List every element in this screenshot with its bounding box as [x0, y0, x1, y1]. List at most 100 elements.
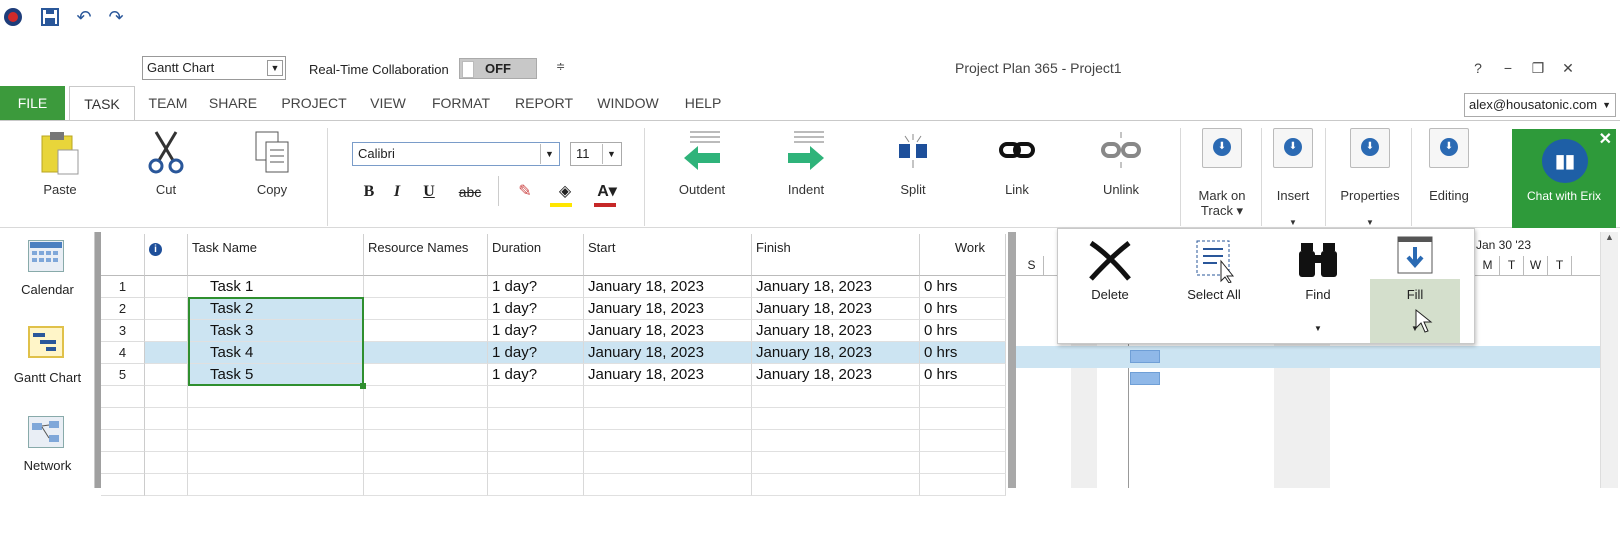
empty-cell[interactable]	[488, 430, 584, 452]
tab-format[interactable]: FORMAT	[430, 86, 492, 120]
underline-button[interactable]: U	[418, 181, 440, 203]
cell-duration[interactable]: 1 day?	[488, 364, 584, 386]
nav-network[interactable]: Network	[0, 416, 95, 478]
row-number[interactable]: 4	[101, 342, 145, 364]
redo-icon[interactable]: ↷	[104, 0, 128, 34]
insert-button[interactable]: ⬇ Insert ▼	[1264, 128, 1322, 228]
cell-start[interactable]: January 18, 2023	[584, 276, 752, 298]
cell-res[interactable]	[364, 298, 488, 320]
view-select[interactable]: Gantt Chart ▼	[142, 56, 286, 80]
empty-cell[interactable]	[752, 408, 920, 430]
empty-cell[interactable]	[584, 474, 752, 496]
scroll-up-icon[interactable]: ▲	[1601, 232, 1618, 242]
cell-name[interactable]: Task 1	[188, 276, 364, 298]
empty-cell[interactable]	[145, 408, 188, 430]
empty-cell[interactable]	[584, 386, 752, 408]
properties-button[interactable]: ⬇ Properties ▼	[1332, 128, 1408, 228]
tab-share[interactable]: SHARE	[208, 86, 258, 120]
tab-file[interactable]: FILE	[0, 86, 65, 120]
cell-finish[interactable]: January 18, 2023	[752, 342, 920, 364]
empty-cell[interactable]	[584, 430, 752, 452]
empty-cell[interactable]	[145, 386, 188, 408]
cell-finish[interactable]: January 18, 2023	[752, 364, 920, 386]
empty-cell[interactable]	[920, 408, 1006, 430]
row-number[interactable]	[101, 408, 145, 430]
header-work[interactable]: Work	[920, 234, 1006, 276]
cell-start[interactable]: January 18, 2023	[584, 364, 752, 386]
indent-button[interactable]: Indent	[776, 130, 836, 200]
cell-info[interactable]	[145, 364, 188, 386]
cell-start[interactable]: January 18, 2023	[584, 298, 752, 320]
split-button[interactable]: Split	[888, 130, 938, 200]
tab-team[interactable]: TEAM	[145, 86, 191, 120]
pane-splitter[interactable]	[1008, 232, 1016, 488]
empty-cell[interactable]	[752, 386, 920, 408]
empty-cell[interactable]	[488, 474, 584, 496]
cell-finish[interactable]: January 18, 2023	[752, 298, 920, 320]
font-color-button[interactable]: A▾	[592, 181, 622, 207]
cell-work[interactable]: 0 hrs	[920, 276, 1006, 298]
outdent-button[interactable]: Outdent	[672, 130, 732, 200]
tab-project[interactable]: PROJECT	[281, 86, 347, 120]
empty-cell[interactable]	[920, 386, 1006, 408]
mark-on-track-button[interactable]: ⬇ Mark on Track ▾	[1184, 128, 1260, 224]
fill-handle[interactable]	[360, 383, 366, 389]
cell-res[interactable]	[364, 320, 488, 342]
cell-duration[interactable]: 1 day?	[488, 298, 584, 320]
cell-work[interactable]: 0 hrs	[920, 342, 1006, 364]
row-number[interactable]: 5	[101, 364, 145, 386]
highlight-color-button[interactable]: ◈	[548, 181, 582, 207]
select-all-corner[interactable]	[101, 234, 145, 276]
cell-work[interactable]: 0 hrs	[920, 364, 1006, 386]
chat-with-erix-button[interactable]: ▮▮ ✕ Chat with Erix	[1512, 129, 1616, 228]
empty-cell[interactable]	[364, 474, 488, 496]
cell-info[interactable]	[145, 342, 188, 364]
cell-work[interactable]: 0 hrs	[920, 298, 1006, 320]
cell-duration[interactable]: 1 day?	[488, 342, 584, 364]
cell-res[interactable]	[364, 342, 488, 364]
empty-cell[interactable]	[488, 408, 584, 430]
empty-cell[interactable]	[188, 408, 364, 430]
link-button[interactable]: Link	[992, 130, 1042, 200]
empty-cell[interactable]	[920, 430, 1006, 452]
empty-cell[interactable]	[752, 452, 920, 474]
empty-cell[interactable]	[188, 452, 364, 474]
empty-cell[interactable]	[188, 474, 364, 496]
undo-icon[interactable]: ↶	[72, 0, 96, 34]
empty-cell[interactable]	[145, 430, 188, 452]
header-resource-names[interactable]: Resource Names	[364, 234, 488, 276]
empty-cell[interactable]	[920, 452, 1006, 474]
clear-format-icon[interactable]: ✎	[512, 181, 538, 203]
paste-button[interactable]: Paste	[30, 130, 90, 200]
empty-cell[interactable]	[584, 452, 752, 474]
header-task-name[interactable]: Task Name	[188, 234, 364, 276]
tab-help[interactable]: HELP	[683, 86, 723, 120]
tab-task[interactable]: TASK	[69, 86, 135, 121]
save-icon[interactable]	[38, 0, 62, 34]
task-bar[interactable]	[1130, 372, 1160, 385]
nav-calendar[interactable]: Calendar	[0, 240, 95, 302]
row-number[interactable]	[101, 452, 145, 474]
empty-cell[interactable]	[188, 386, 364, 408]
row-number[interactable]	[101, 386, 145, 408]
customize-qat-icon[interactable]: ≑	[556, 60, 565, 73]
strikethrough-button[interactable]: abc	[454, 181, 486, 203]
header-duration[interactable]: Duration	[488, 234, 584, 276]
empty-cell[interactable]	[752, 474, 920, 496]
cell-work[interactable]: 0 hrs	[920, 320, 1006, 342]
empty-cell[interactable]	[920, 474, 1006, 496]
bold-button[interactable]: B	[358, 181, 380, 203]
cell-info[interactable]	[145, 276, 188, 298]
cell-res[interactable]	[364, 364, 488, 386]
font-family-select[interactable]: Calibri ▼	[352, 142, 560, 166]
empty-cell[interactable]	[364, 408, 488, 430]
help-button[interactable]: ?	[1466, 56, 1490, 80]
gantt-scrollbar[interactable]: ▲	[1600, 232, 1618, 488]
header-finish[interactable]: Finish	[752, 234, 920, 276]
row-number[interactable]: 3	[101, 320, 145, 342]
header-info[interactable]: i	[145, 234, 188, 276]
editing-button[interactable]: ⬇ Editing	[1420, 128, 1478, 228]
account-dropdown[interactable]: alex@housatonic.com ▼	[1464, 93, 1616, 117]
cell-finish[interactable]: January 18, 2023	[752, 276, 920, 298]
empty-cell[interactable]	[364, 386, 488, 408]
